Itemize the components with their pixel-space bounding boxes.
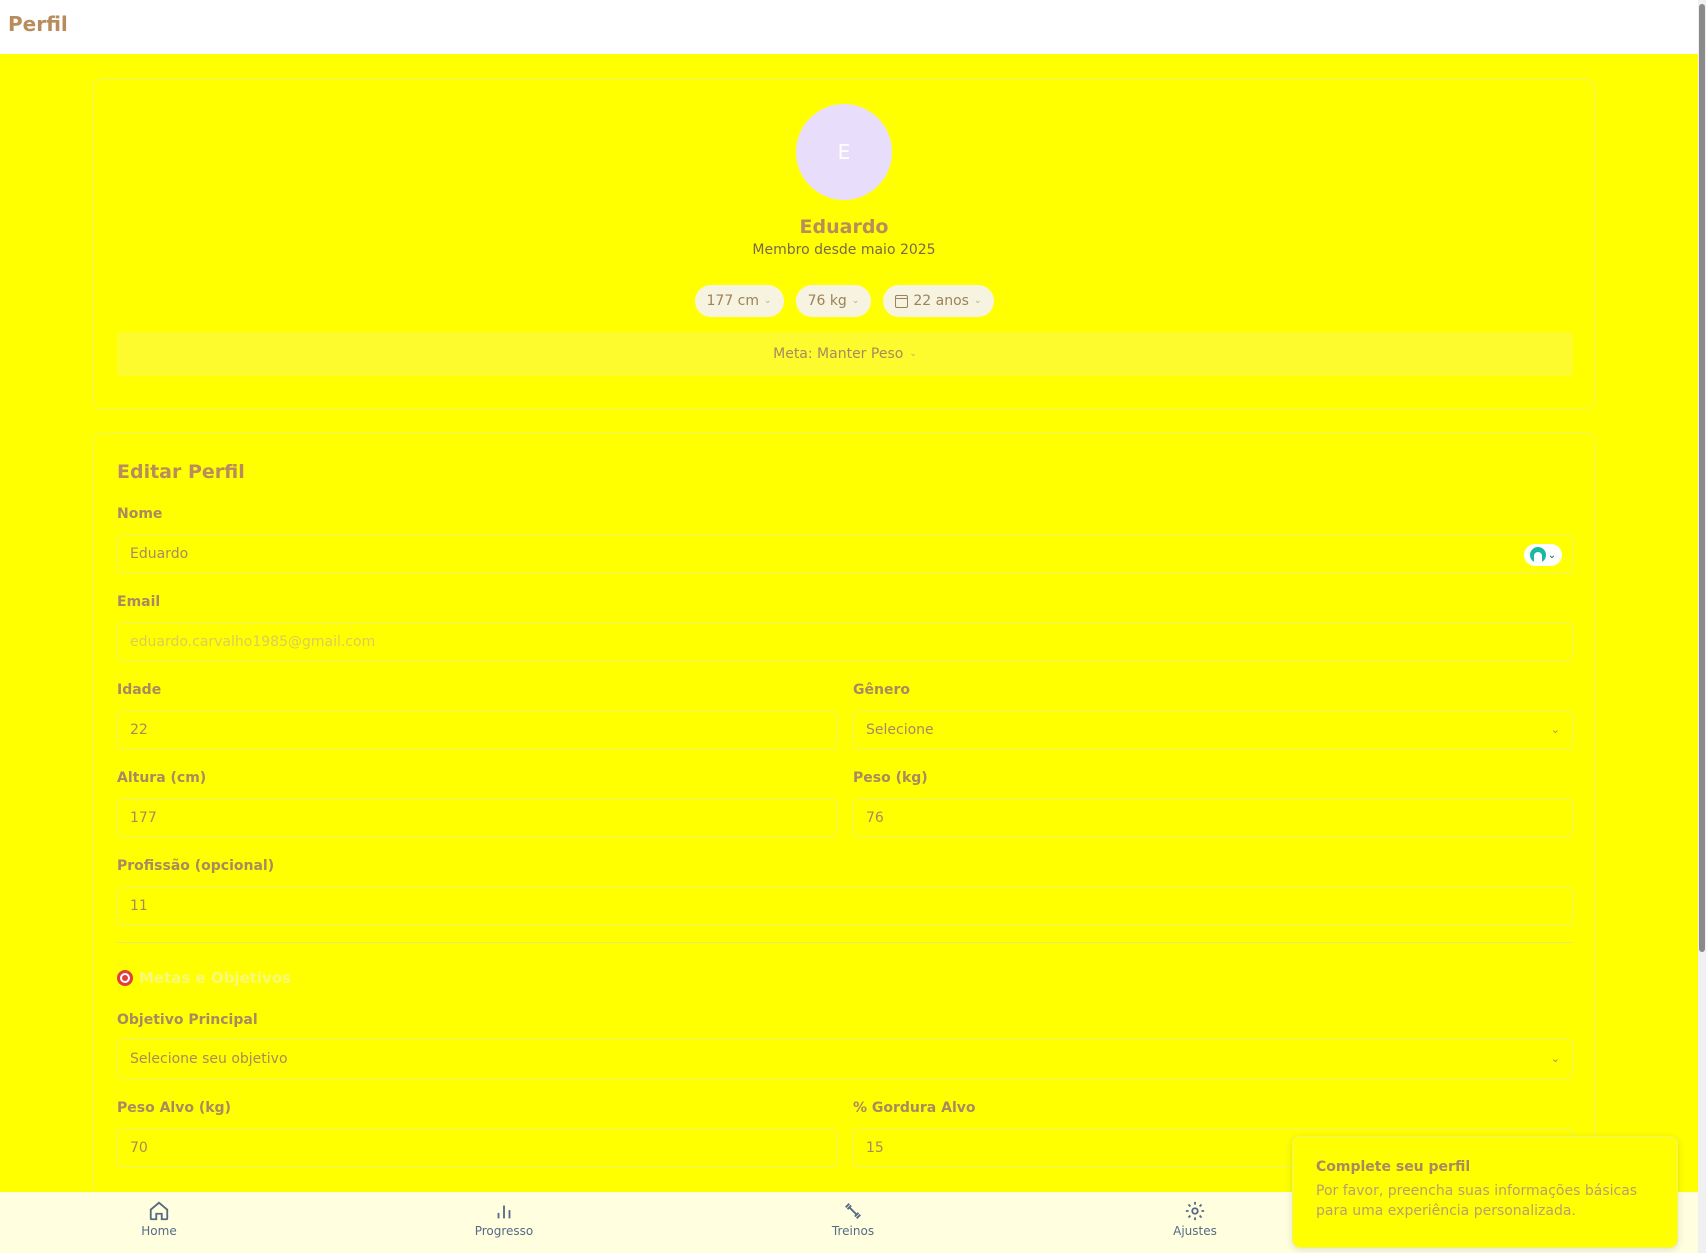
target-weight-value: 70: [130, 1140, 148, 1156]
nav-workouts-label: Treinos: [831, 1224, 875, 1238]
objective-value: Selecione seu objetivo: [130, 1051, 288, 1067]
name-label: Nome: [117, 506, 163, 522]
weight-value: 76: [866, 810, 884, 826]
dumbbell-icon: [845, 1203, 861, 1219]
member-since: Membro desde maio 2025: [752, 242, 936, 258]
chevron-down-icon: ⌄: [973, 296, 982, 306]
goal-label: Meta: Manter Peso: [773, 346, 904, 362]
goals-title: Metas e Objetivos: [139, 969, 292, 987]
name-value: Eduardo: [130, 546, 189, 562]
age-label: Idade: [117, 682, 162, 698]
nav-progress[interactable]: Progresso: [444, 1200, 564, 1238]
target-fat-value: 15: [866, 1140, 884, 1156]
weight-pill[interactable]: 76 kg ⌄: [795, 285, 872, 317]
objective-label: Objetivo Principal: [117, 1012, 258, 1028]
gender-label: Gênero: [853, 682, 910, 698]
age-value: 22: [130, 722, 148, 738]
stats-pills: 177 cm ⌄ 76 kg ⌄ 22 anos ⌄: [94, 285, 1594, 317]
nav-home-label: Home: [141, 1224, 177, 1238]
page-title: Perfil: [8, 12, 68, 36]
target-weight-label: Peso Alvo (kg): [117, 1100, 231, 1116]
goal-selector[interactable]: Meta: Manter Peso ⌄: [117, 332, 1573, 376]
avatar-initial: E: [837, 140, 851, 164]
complete-profile-toast[interactable]: Complete seu perfil Por favor, preencha …: [1292, 1136, 1678, 1248]
height-pill-label: 177 cm: [706, 293, 760, 309]
target-fat-label: % Gordura Alvo: [853, 1100, 976, 1116]
section-divider: [117, 942, 1573, 943]
age-pill[interactable]: 22 anos ⌄: [883, 285, 994, 317]
height-value: 177: [130, 810, 157, 826]
scrollbar[interactable]: [1698, 0, 1706, 1253]
weight-field[interactable]: 76: [853, 798, 1573, 838]
target-weight-field[interactable]: 70: [117, 1128, 837, 1168]
profile-name: Eduardo: [799, 216, 889, 238]
profession-value: 11: [130, 898, 148, 914]
password-manager-icon[interactable]: ⌄: [1524, 544, 1562, 566]
avatar: E: [796, 104, 892, 200]
chevron-down-icon: ⌄: [909, 349, 917, 359]
gender-value: Selecione: [866, 722, 934, 738]
email-label: Email: [117, 594, 161, 610]
profile-card: E Eduardo Membro desde maio 2025 177 cm …: [93, 79, 1595, 409]
name-field[interactable]: Eduardo ⌄: [117, 534, 1573, 574]
chevron-down-icon: ⌄: [1550, 723, 1560, 736]
edit-profile-title: Editar Perfil: [117, 461, 245, 483]
nav-progress-label: Progresso: [474, 1224, 534, 1238]
gender-select[interactable]: Selecione ⌄: [853, 710, 1573, 750]
objective-select[interactable]: Selecione seu objetivo ⌄: [117, 1039, 1573, 1079]
nav-home[interactable]: Home: [99, 1200, 219, 1238]
toast-title: Complete seu perfil: [1316, 1159, 1471, 1175]
toast-message: Por favor, preencha suas informações bás…: [1316, 1183, 1638, 1219]
height-label: Altura (cm): [117, 770, 207, 786]
profession-field[interactable]: 11: [117, 886, 1573, 926]
age-pill-label: 22 anos: [913, 293, 969, 309]
nav-workouts[interactable]: Treinos: [793, 1200, 913, 1238]
gear-icon: [1185, 1201, 1205, 1221]
bar-chart-icon: [497, 1205, 511, 1219]
chevron-down-icon: ⌄: [1550, 1052, 1560, 1065]
home-icon: [149, 1201, 169, 1221]
top-bar: Perfil: [0, 0, 1698, 54]
email-field: eduardo.carvalho1985@gmail.com: [117, 622, 1573, 662]
nav-settings[interactable]: Ajustes: [1135, 1200, 1255, 1238]
email-value: eduardo.carvalho1985@gmail.com: [130, 634, 376, 650]
profession-label: Profissão (opcional): [117, 858, 275, 874]
chevron-down-icon: ⌄: [851, 296, 860, 306]
chevron-down-icon: ⌄: [764, 296, 772, 306]
target-icon: [117, 970, 133, 986]
height-field[interactable]: 177: [117, 798, 837, 838]
edit-profile-card: Editar Perfil Nome Eduardo ⌄ Email eduar…: [93, 433, 1595, 1233]
scrollbar-thumb[interactable]: [1699, 4, 1705, 952]
goals-section-title: Metas e Objetivos: [117, 969, 291, 987]
weight-label: Peso (kg): [853, 770, 928, 786]
height-pill[interactable]: 177 cm ⌄: [694, 285, 784, 317]
nav-settings-label: Ajustes: [1173, 1224, 1217, 1238]
weight-pill-label: 76 kg: [807, 293, 847, 309]
age-field[interactable]: 22: [117, 710, 837, 750]
calendar-icon: [895, 294, 909, 308]
